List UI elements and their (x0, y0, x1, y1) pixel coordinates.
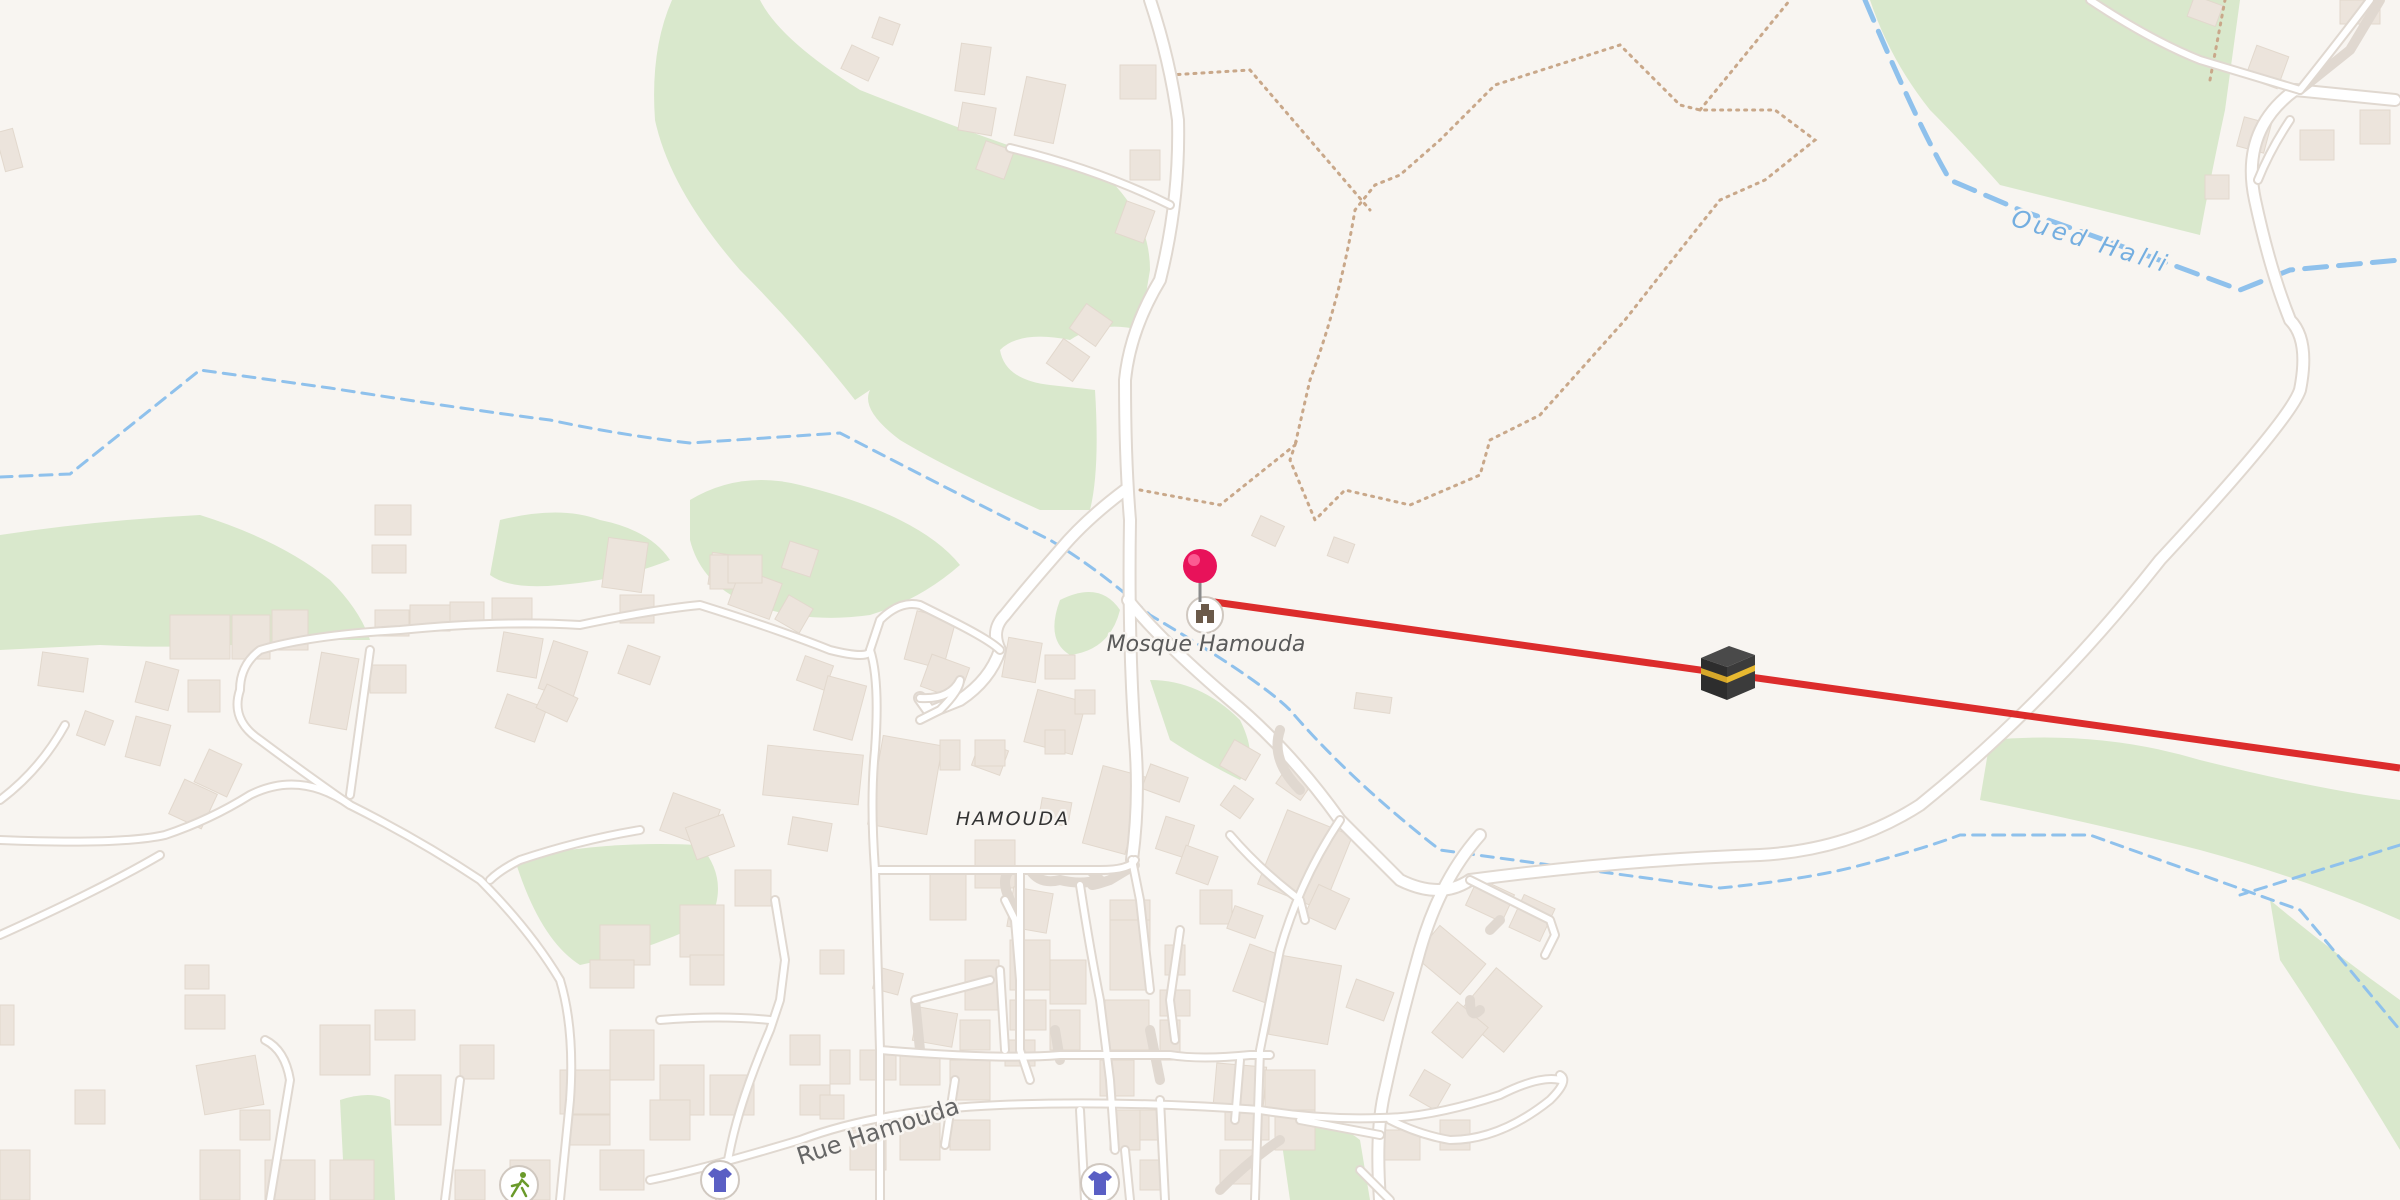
poi-label: Mosque Hamouda (1107, 632, 1306, 657)
clothing-shop-icon[interactable] (1080, 1163, 1120, 1200)
mosque-icon[interactable] (1186, 596, 1224, 634)
place-label: HAMOUDA (956, 808, 1070, 830)
map-canvas[interactable]: Mosque Hamouda HAMOUDA Rue Hamouda Oued … (0, 0, 2400, 1200)
sports-icon[interactable] (499, 1165, 539, 1200)
clothing-shop-icon[interactable] (700, 1160, 740, 1200)
